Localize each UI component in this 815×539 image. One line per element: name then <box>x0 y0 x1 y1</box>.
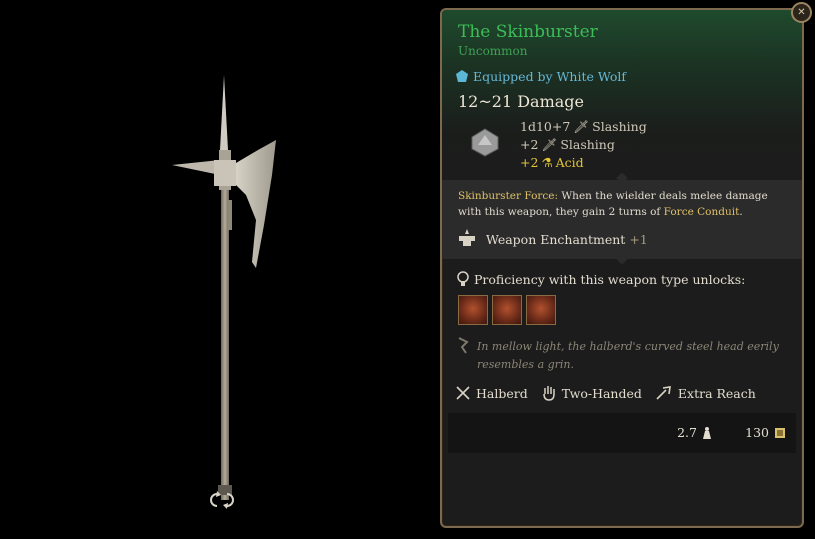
property-label: Two-Handed <box>561 385 642 401</box>
damage-value: +2 <box>520 155 539 170</box>
weapon-properties: Halberd Two-Handed Extra Reach <box>456 385 770 401</box>
damage-line: 1d10+7 🗡 Slashing <box>520 118 647 136</box>
property-extra-reach[interactable]: Extra Reach <box>656 386 756 401</box>
close-button[interactable]: ✕ <box>791 2 812 23</box>
gold-value: 130 <box>745 425 769 440</box>
weight-icon <box>703 427 711 439</box>
property-label: Halberd <box>476 385 528 401</box>
slashing-icon: 🗡 <box>541 137 558 152</box>
item-preview-area <box>0 0 440 535</box>
enchantment-description: Skinburster Force: When the wielder deal… <box>458 188 788 220</box>
tooltip-footer: 2.7 130 <box>448 413 796 453</box>
gold-coin-icon <box>775 427 785 438</box>
proficiency-icon <box>457 271 469 286</box>
weapon-action-icon[interactable] <box>492 295 522 325</box>
close-icon: ✕ <box>797 7 806 18</box>
damage-type: Acid <box>555 155 584 170</box>
weapon-actions <box>458 295 556 325</box>
damage-range: 12~21 Damage <box>458 92 584 111</box>
item-weight: 2.7 <box>677 425 712 440</box>
flavor-text: In mellow light, the halberd's curved st… <box>477 340 779 371</box>
item-rarity: Uncommon <box>458 44 528 58</box>
slashing-icon: 🗡 <box>573 119 590 134</box>
tooltip-header: The Skinburster Uncommon Equipped by Whi… <box>442 10 802 180</box>
equipped-by-text: Equipped by White Wolf <box>473 69 627 84</box>
item-title: The Skinburster <box>458 22 598 42</box>
crossed-weapons-icon <box>456 386 470 400</box>
enchantment-section: Skinburster Force: When the wielder deal… <box>442 180 802 259</box>
weight-value: 2.7 <box>677 425 697 440</box>
quill-icon <box>458 337 469 354</box>
item-tooltip-panel: The Skinburster Uncommon Equipped by Whi… <box>440 8 804 528</box>
item-value: 130 <box>745 425 786 440</box>
acid-icon: ⚗ <box>541 155 553 170</box>
weapon-enchantment-label: Weapon Enchantment <box>486 231 626 247</box>
damage-value: 1d10+7 <box>520 119 571 134</box>
property-two-handed[interactable]: Two-Handed <box>542 385 642 401</box>
weapon-action-icon[interactable] <box>458 295 488 325</box>
enchantment-name: Skinburster Force: <box>458 190 559 202</box>
equipped-status: Equipped by White Wolf <box>456 69 626 84</box>
halberd-illustration[interactable] <box>0 0 440 535</box>
hand-icon <box>542 386 555 401</box>
enchantment-anvil-icon <box>459 229 475 246</box>
property-halberd[interactable]: Halberd <box>456 386 528 401</box>
damage-die-icon <box>471 128 499 157</box>
damage-type: Slashing <box>592 119 647 134</box>
property-label: Extra Reach <box>677 385 756 401</box>
damage-line: +2 🗡 Slashing <box>520 136 647 154</box>
weapon-action-icon[interactable] <box>526 295 556 325</box>
proficiency-row: Proficiency with this weapon type unlock… <box>456 271 745 287</box>
weapon-enchantment-row: Weapon Enchantment +1 <box>456 227 648 249</box>
damage-value: +2 <box>520 137 539 152</box>
enchantment-text-end: . <box>739 206 743 218</box>
proficiency-text: Proficiency with this weapon type unlock… <box>474 271 746 287</box>
weapon-enchantment-bonus: +1 <box>629 231 648 247</box>
reach-icon <box>656 386 671 400</box>
rotate-icon[interactable] <box>208 490 236 510</box>
equipped-gem-icon <box>456 70 468 82</box>
damage-line: +2 ⚗ Acid <box>520 154 647 172</box>
force-conduit-link[interactable]: Force Conduit <box>664 206 740 218</box>
damage-type: Slashing <box>560 137 615 152</box>
damage-breakdown: 1d10+7 🗡 Slashing +2 🗡 Slashing +2 ⚗ Aci… <box>520 118 647 172</box>
